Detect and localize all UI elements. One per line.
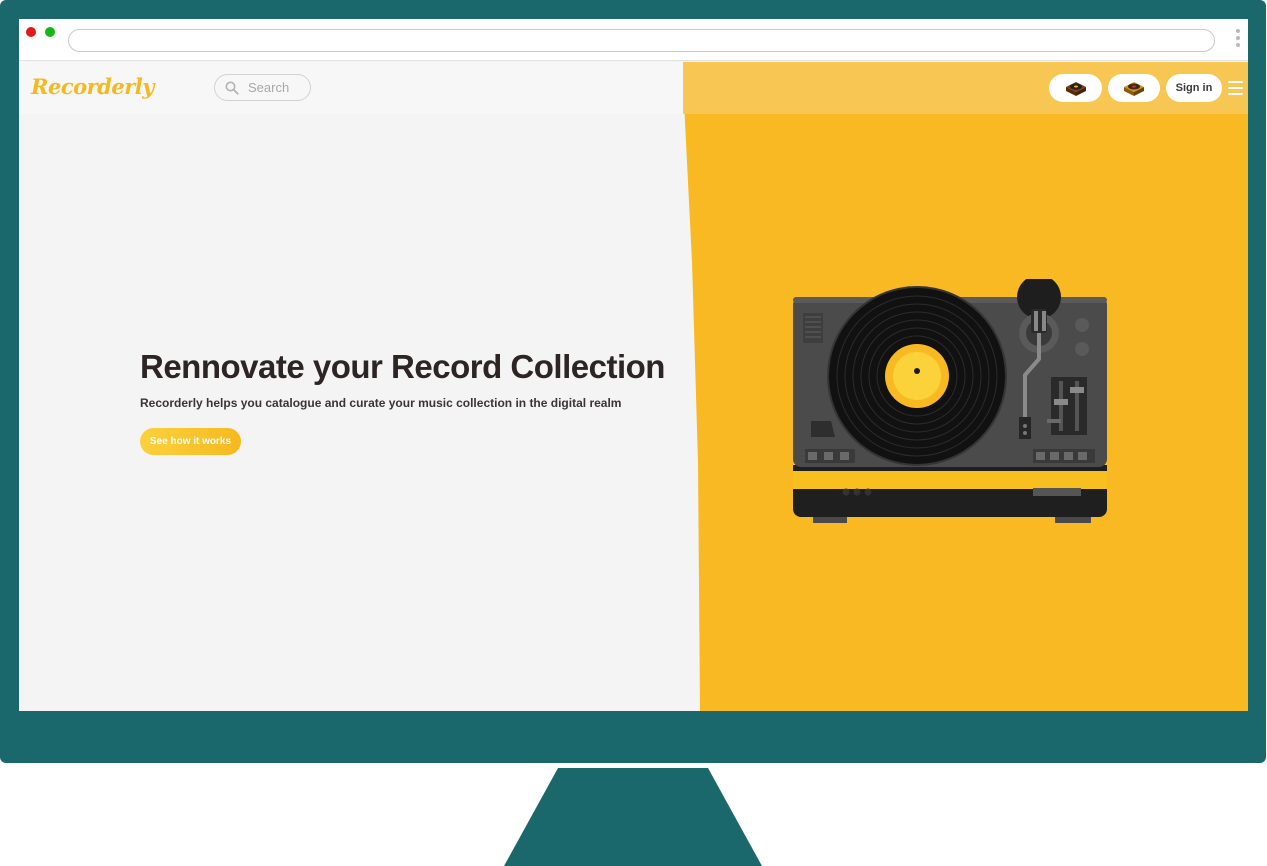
address-bar[interactable]	[68, 29, 1215, 52]
close-window-button[interactable]	[26, 27, 36, 37]
see-how-it-works-button[interactable]: See how it works	[140, 428, 241, 455]
turntable-icon	[1065, 82, 1086, 96]
navbar-right-section	[683, 62, 1248, 114]
browser-menu-icon[interactable]	[1233, 29, 1243, 51]
hamburger-menu-icon[interactable]	[1228, 81, 1243, 95]
browser-chrome	[19, 19, 1248, 61]
turntable-illustration	[793, 279, 1107, 523]
search-input[interactable]: Search	[214, 74, 311, 101]
monitor-frame: Recorderly Search Sign in Rennovate your…	[0, 0, 1266, 763]
search-icon	[225, 81, 239, 95]
screen: Recorderly Search Sign in Rennovate your…	[19, 19, 1248, 711]
site-navbar: Recorderly Search Sign in	[19, 62, 1248, 114]
site-logo[interactable]: Recorderly	[31, 74, 154, 99]
sign-in-button[interactable]: Sign in	[1166, 74, 1222, 102]
turntable-icon	[1124, 82, 1144, 96]
hero-subtitle: Recorderly helps you catalogue and curat…	[140, 396, 622, 410]
search-placeholder: Search	[248, 80, 290, 95]
web-page: Recorderly Search Sign in Rennovate your…	[19, 62, 1248, 711]
hero-title: Rennovate your Record Collection	[140, 348, 665, 385]
turntable-icon-button-1[interactable]	[1049, 74, 1102, 102]
turntable-icon-button-2[interactable]	[1108, 74, 1160, 102]
maximize-window-button[interactable]	[45, 27, 55, 37]
monitor-stand	[504, 768, 762, 866]
